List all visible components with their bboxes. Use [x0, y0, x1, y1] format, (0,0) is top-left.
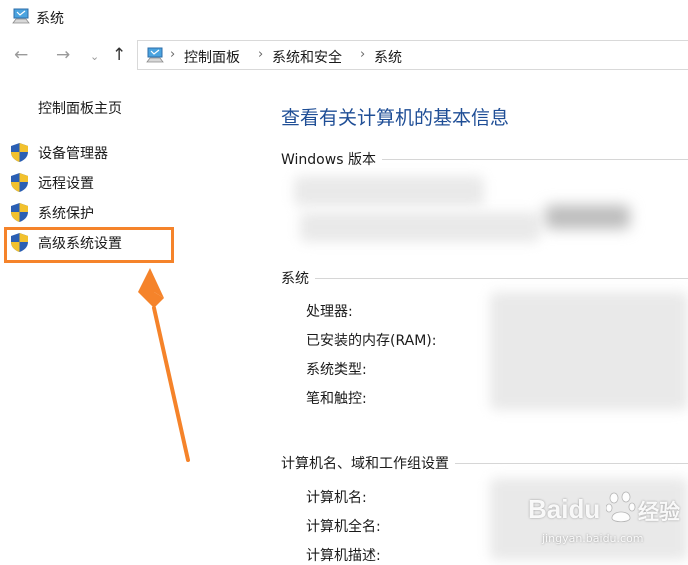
redacted-logo — [545, 205, 630, 229]
redacted-content — [490, 292, 688, 410]
breadcrumb-separator: › — [170, 47, 176, 62]
breadcrumb-system-security[interactable]: 系统和安全 — [272, 47, 342, 67]
sidebar-item-device-manager[interactable]: 设备管理器 — [10, 140, 210, 164]
computer-description-label: 计算机描述: — [306, 548, 381, 564]
uac-shield-icon — [11, 143, 28, 162]
control-panel-home-link[interactable]: 控制面板主页 — [38, 98, 122, 118]
up-button[interactable]: ↑ — [112, 46, 126, 64]
system-type-label: 系统类型: — [306, 362, 367, 378]
sidebar-item-label: 远程设置 — [38, 176, 94, 192]
section-title-computer-name: 计算机名、域和工作组设置 — [281, 453, 455, 473]
window-title: 系统 — [36, 11, 64, 27]
breadcrumb-control-panel[interactable]: 控制面板 — [184, 47, 240, 67]
sidebar-item-remote-settings[interactable]: 远程设置 — [10, 170, 210, 194]
address-bar[interactable]: › 控制面板 › 系统和安全 › 系统 — [137, 40, 688, 70]
paw-icon — [606, 491, 636, 523]
computer-icon — [12, 8, 30, 24]
page-title: 查看有关计算机的基本信息 — [281, 107, 510, 129]
watermark-brand: Baidu — [528, 494, 601, 524]
redacted-content — [294, 176, 484, 206]
redacted-content — [300, 212, 540, 242]
watermark-url: jingyan.baidu.com — [542, 532, 644, 545]
highlight-box — [4, 227, 174, 263]
orange-arrow-annotation — [138, 268, 190, 462]
pen-touch-label: 笔和触控: — [306, 391, 367, 407]
sidebar-item-label: 设备管理器 — [38, 146, 108, 162]
uac-shield-icon — [11, 203, 28, 222]
breadcrumb-separator: › — [360, 47, 366, 62]
section-title-windows-edition: Windows 版本 — [281, 149, 382, 169]
computer-icon — [146, 47, 164, 63]
sidebar-item-label: 系统保护 — [38, 206, 94, 222]
title-bar: 系统 — [0, 0, 688, 34]
section-title-system: 系统 — [281, 268, 315, 288]
processor-label: 处理器: — [306, 304, 353, 320]
computer-fullname-label: 计算机全名: — [306, 519, 381, 535]
sidebar-item-system-protection[interactable]: 系统保护 — [10, 200, 210, 224]
recent-locations-button[interactable]: ⌄ — [90, 48, 99, 66]
baidu-watermark: Baidu 经验 jingyan.baidu.com — [528, 486, 688, 560]
watermark-suffix: 经验 — [638, 500, 680, 524]
breadcrumb-separator: › — [258, 47, 264, 62]
breadcrumb-system[interactable]: 系统 — [374, 47, 402, 67]
section-divider — [282, 278, 688, 279]
uac-shield-icon — [11, 173, 28, 192]
ram-label: 已安装的内存(RAM): — [306, 333, 437, 349]
forward-button[interactable]: → — [56, 46, 70, 64]
computer-name-label: 计算机名: — [306, 490, 367, 506]
back-button[interactable]: ← — [14, 46, 28, 64]
